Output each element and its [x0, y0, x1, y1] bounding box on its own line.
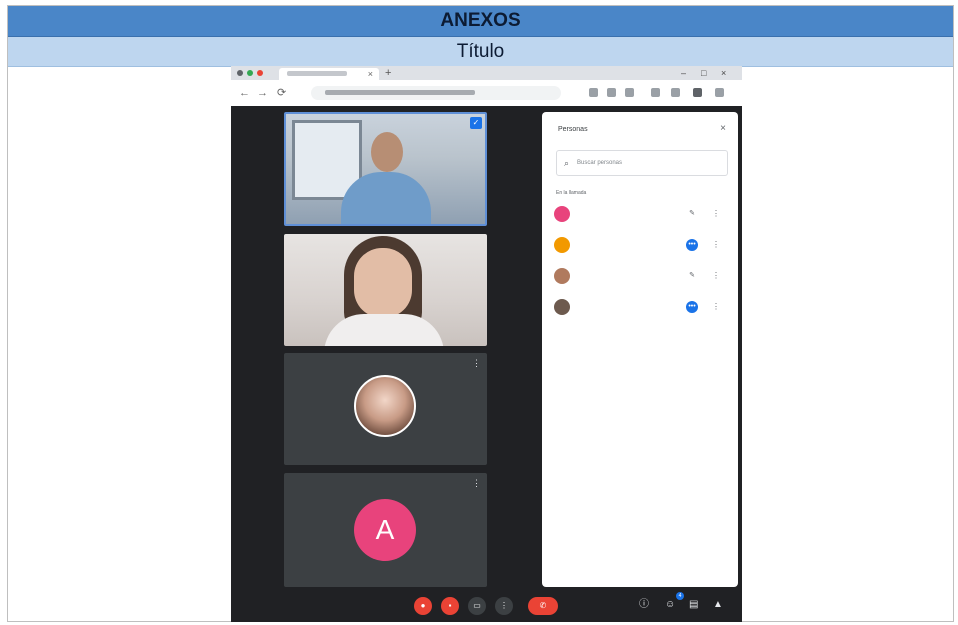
panel-title: Personas: [558, 126, 588, 133]
participant-row[interactable]: ✎ ⋮: [554, 202, 730, 226]
people-panel: Personas × ⌕ Buscar personas En la llama…: [542, 112, 738, 587]
search-input[interactable]: ⌕ Buscar personas: [556, 150, 728, 176]
people-icon[interactable]: ☺: [665, 599, 675, 611]
mic-off-icon: ✎: [689, 210, 695, 217]
participant-tile-video[interactable]: [284, 234, 487, 346]
meeting-screenshot: × + – □ × ← → ⟳ ✓ ⋮ ⋮ A Personas × ⌕ Bus…: [231, 66, 742, 622]
participant-row[interactable]: ••• ⋮: [554, 233, 730, 257]
participant-body: [324, 314, 444, 346]
more-icon[interactable]: ⋮: [495, 597, 513, 615]
letter-avatar: A: [354, 499, 416, 561]
tab-strip: × + – □ ×: [231, 66, 742, 80]
camera-icon[interactable]: ▪: [441, 597, 459, 615]
section-label: En la llamada: [556, 190, 587, 196]
search-placeholder: Buscar personas: [577, 160, 623, 166]
participant-tile-avatar[interactable]: ⋮: [284, 353, 487, 465]
avatar: [554, 299, 570, 315]
activities-icon[interactable]: ▲: [713, 599, 723, 611]
participant-face: [354, 248, 412, 318]
info-icon[interactable]: ⓘ: [639, 599, 649, 611]
avatar: [554, 206, 570, 222]
reload-icon[interactable]: ⟳: [277, 87, 286, 99]
annex-heading: ANEXOS: [8, 6, 953, 37]
participant-tile-video[interactable]: ✓: [284, 112, 487, 226]
avatar: [554, 237, 570, 253]
url-field[interactable]: [311, 86, 561, 100]
close-window-icon[interactable]: ×: [721, 68, 726, 78]
participant-photo-avatar: [354, 375, 416, 437]
more-options-icon[interactable]: ⋮: [712, 301, 720, 313]
participant-tile-avatar[interactable]: ⋮ A: [284, 473, 487, 587]
people-count-badge: 4: [676, 592, 684, 600]
extension-icon[interactable]: [607, 88, 616, 97]
mic-icon[interactable]: ●: [414, 597, 432, 615]
participant-row[interactable]: ••• ⋮: [554, 295, 730, 319]
chat-icon[interactable]: ▤: [689, 599, 698, 611]
tile-menu-icon[interactable]: ⋮: [472, 479, 481, 488]
end-call-button[interactable]: ✆: [528, 597, 558, 615]
url-text: [325, 90, 475, 95]
close-icon[interactable]: ×: [720, 123, 726, 134]
tab-title: [287, 71, 347, 76]
extension-icon[interactable]: [671, 88, 680, 97]
meeting-toolbar: ● ▪ ▭ ⋮ ✆ ⓘ ☺ 4 ▤ ▲: [231, 590, 742, 622]
participant-row[interactable]: ✎ ⋮: [554, 264, 730, 288]
maximize-icon[interactable]: □: [701, 68, 706, 78]
minimize-icon[interactable]: –: [681, 68, 686, 78]
new-tab-icon[interactable]: +: [385, 67, 391, 79]
window-dot-green-icon: [247, 70, 253, 76]
app-icon: [237, 70, 243, 76]
participant-head: [371, 132, 403, 172]
search-icon: ⌕: [564, 158, 570, 168]
address-bar: ← → ⟳: [231, 80, 742, 107]
forward-icon[interactable]: →: [257, 87, 268, 99]
document-title: Título: [8, 37, 953, 67]
speaking-icon: •••: [686, 239, 698, 251]
more-options-icon[interactable]: ⋮: [712, 208, 720, 220]
tab-close-icon[interactable]: ×: [368, 69, 373, 79]
browser-tab[interactable]: ×: [279, 68, 379, 80]
captions-icon[interactable]: ▭: [468, 597, 486, 615]
extension-icon[interactable]: [589, 88, 598, 97]
window-dot-red-icon: [257, 70, 263, 76]
extension-icon[interactable]: [625, 88, 634, 97]
speaking-icon: •••: [686, 301, 698, 313]
avatar: [554, 268, 570, 284]
back-icon[interactable]: ←: [239, 87, 250, 99]
mic-off-icon: ✎: [689, 272, 695, 279]
profile-icon[interactable]: [693, 88, 702, 97]
menu-icon[interactable]: [715, 88, 724, 97]
more-options-icon[interactable]: ⋮: [712, 270, 720, 282]
tile-menu-icon[interactable]: ⋮: [472, 359, 481, 368]
extension-icon[interactable]: [651, 88, 660, 97]
browser-chrome: × + – □ × ← → ⟳: [231, 66, 742, 107]
more-options-icon[interactable]: ⋮: [712, 239, 720, 251]
pin-icon[interactable]: ✓: [470, 117, 482, 129]
meet-stage: ✓ ⋮ ⋮ A Personas × ⌕ Buscar personas En …: [231, 106, 742, 590]
